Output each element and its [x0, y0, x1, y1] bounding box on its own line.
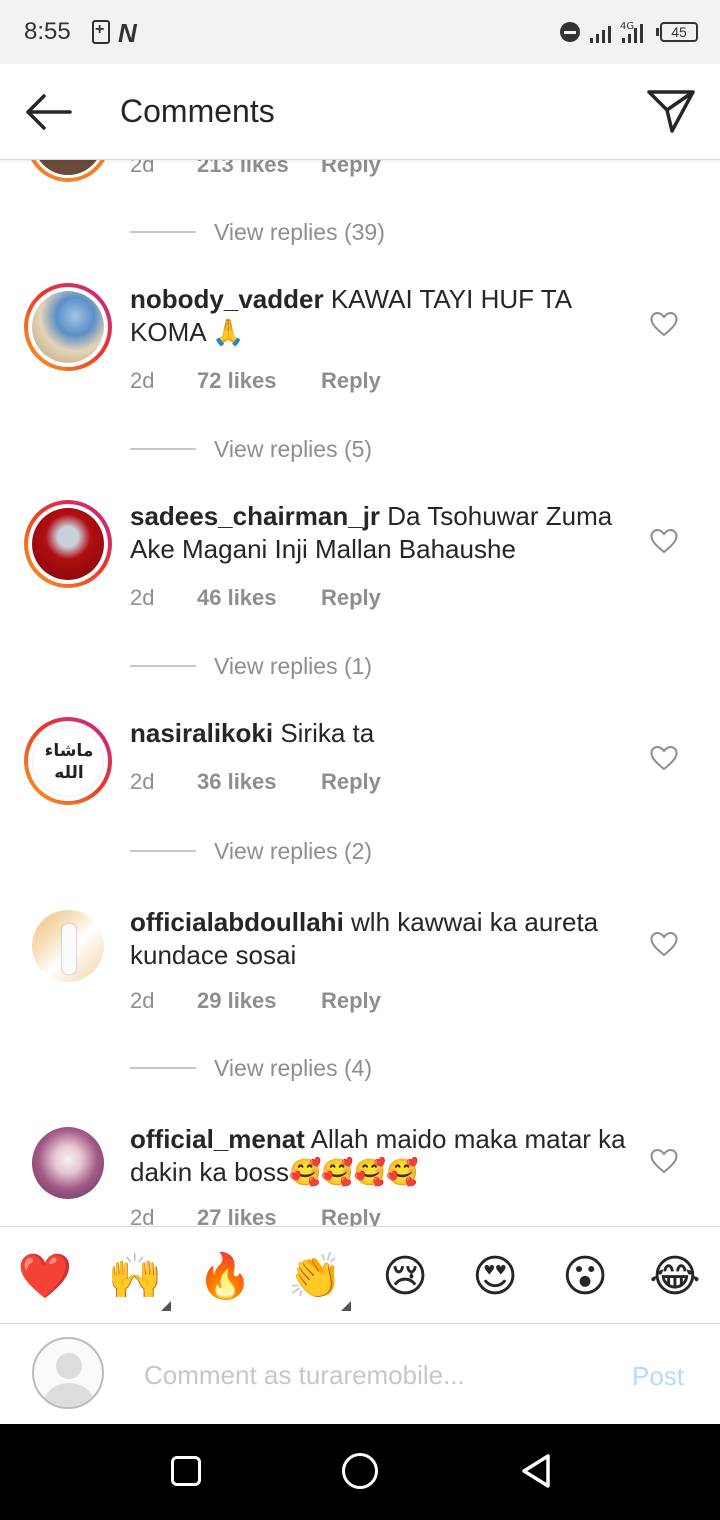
emoji-heart-button[interactable]: ❤️ — [17, 1249, 73, 1305]
comment-text: nasiralikoki Sirika ta — [130, 717, 640, 750]
emoji-surprised-button[interactable]: 😮 — [557, 1249, 613, 1305]
comment-text: sadees_chairman_jr Da Tsohuwar Zuma Ake … — [130, 500, 640, 566]
n-notification-icon: N — [118, 18, 137, 48]
divider — [130, 448, 196, 450]
signal-icon: 4G — [590, 21, 643, 43]
system-nav-bar — [0, 1424, 720, 1520]
comment-time: 2d — [130, 988, 155, 1013]
header: Comments — [0, 64, 720, 160]
page-title: Comments — [120, 93, 275, 129]
comment-time: 2d — [130, 585, 155, 610]
heart-icon[interactable] — [650, 931, 678, 957]
comment-likes[interactable]: 72 likes — [197, 368, 277, 394]
comment-time: 2d — [130, 160, 155, 177]
avatar[interactable] — [24, 500, 112, 588]
comment-username[interactable]: officialabdoullahi — [130, 907, 344, 937]
comment-text: nobody_vadder KAWAI TAYI HUF TA KOMA 🙏 — [130, 283, 640, 349]
reply-button[interactable]: Reply — [321, 769, 381, 795]
reply-button[interactable]: Reply — [321, 585, 381, 611]
heart-icon[interactable] — [650, 745, 678, 771]
reply-button[interactable]: Reply — [321, 1205, 381, 1226]
reply-button[interactable]: Reply — [321, 988, 381, 1014]
svg-text:4G: 4G — [620, 21, 634, 32]
comment-composer: Post — [0, 1324, 720, 1424]
avatar[interactable] — [24, 283, 112, 371]
comments-list: 2d 213 likes Reply View replies (39) nob… — [0, 160, 720, 1226]
emoji-raising-hands-button[interactable]: 🙌 — [107, 1249, 163, 1305]
heart-icon[interactable] — [650, 528, 678, 554]
view-replies-label: View replies (39) — [214, 219, 385, 245]
avatar[interactable] — [32, 1127, 104, 1199]
post-button[interactable]: Post — [632, 1361, 684, 1392]
home-icon[interactable] — [342, 1453, 378, 1489]
comment-time: 2d — [130, 769, 155, 794]
view-replies-label: View replies (1) — [214, 653, 373, 679]
comment-username[interactable]: official_menat — [130, 1124, 305, 1154]
comment-username[interactable]: nasiralikoki — [130, 718, 273, 748]
reply-button[interactable]: Reply — [321, 160, 381, 178]
divider — [130, 850, 196, 852]
comment-likes[interactable]: 36 likes — [197, 769, 277, 795]
divider — [130, 231, 196, 233]
comment-username[interactable]: nobody_vadder — [130, 284, 324, 314]
emoji-fire-button[interactable]: 🔥 — [197, 1249, 253, 1305]
avatar-calligraphy: ماشاء الله — [44, 741, 94, 783]
emoji-heart-eyes-button[interactable]: 😍 — [467, 1249, 523, 1305]
status-bar: 8:55 N 4G 45 — [0, 0, 720, 64]
direct-send-icon[interactable] — [644, 86, 698, 136]
comment-input[interactable] — [144, 1358, 604, 1392]
heart-icon[interactable] — [650, 311, 678, 337]
avatar — [32, 1337, 104, 1409]
comment-likes[interactable]: 27 likes — [197, 1205, 277, 1226]
comment-text: official_menat Allah maido maka matar ka… — [130, 1123, 640, 1189]
emoji-laughing-button[interactable]: 😂 — [647, 1249, 703, 1305]
emoji-bar: ❤️ 🙌 🔥 👏 😢 😍 😮 😂 — [0, 1226, 720, 1324]
avatar[interactable] — [26, 160, 110, 182]
comment-time: 2d — [130, 368, 155, 393]
comment-body: Sirika ta — [280, 718, 375, 748]
divider — [130, 665, 196, 667]
comment-likes[interactable]: 213 likes — [197, 160, 289, 178]
skin-tone-indicator-icon — [161, 1301, 171, 1311]
emoji-crying-button[interactable]: 😢 — [377, 1249, 433, 1305]
back-triangle-icon[interactable] — [518, 1452, 554, 1490]
reply-button[interactable]: Reply — [321, 368, 381, 394]
emoji-clap-button[interactable]: 👏 — [287, 1249, 343, 1305]
view-replies-label: View replies (5) — [214, 436, 373, 462]
recents-icon[interactable] — [171, 1456, 201, 1486]
skin-tone-indicator-icon — [341, 1301, 351, 1311]
view-replies-label: View replies (2) — [214, 838, 373, 864]
comment-likes[interactable]: 29 likes — [197, 988, 277, 1014]
avatar[interactable]: ماشاء الله — [24, 717, 112, 805]
comment-likes[interactable]: 46 likes — [197, 585, 277, 611]
view-replies-label: View replies (4) — [214, 1055, 373, 1081]
heart-icon[interactable] — [650, 1148, 678, 1174]
comment-username[interactable]: sadees_chairman_jr — [130, 501, 380, 531]
arrow-left-icon[interactable] — [20, 90, 76, 134]
status-time: 8:55 — [24, 18, 71, 45]
battery-icon: 45 — [656, 22, 698, 42]
battery-saver-icon — [92, 20, 110, 44]
divider — [130, 1067, 196, 1069]
dnd-icon — [560, 22, 580, 42]
comment-time: 2d — [130, 1205, 155, 1226]
comment-text: officialabdoullahi wlh kawwai ka aureta … — [130, 906, 640, 972]
avatar[interactable] — [32, 910, 104, 982]
